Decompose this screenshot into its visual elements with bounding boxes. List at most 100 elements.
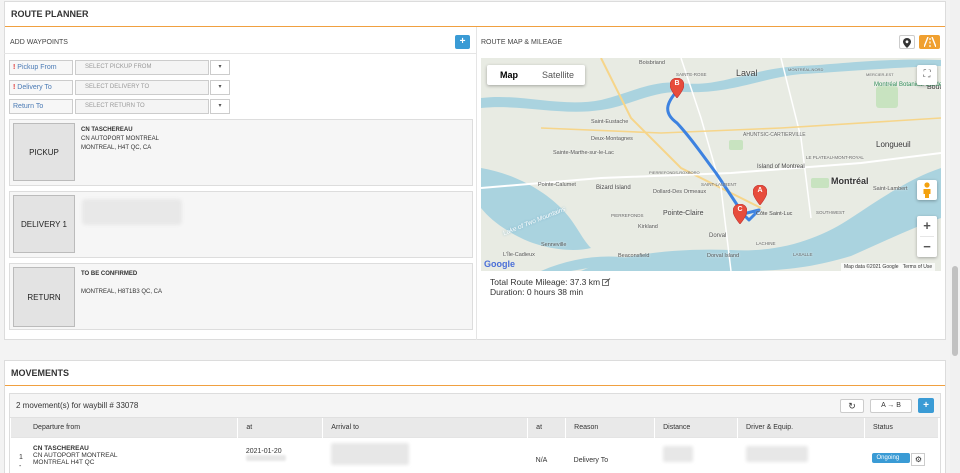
map-pin-icon bbox=[903, 38, 911, 48]
refresh-icon: ↻ bbox=[848, 401, 856, 411]
departure-name: CN TASCHEREAU bbox=[33, 444, 89, 452]
satellite-tab[interactable]: Satellite bbox=[531, 65, 585, 85]
row-dash: - bbox=[19, 462, 22, 470]
distance-redacted bbox=[662, 446, 693, 463]
mileage-text: Total Route Mileage: 37.3 km bbox=[490, 277, 601, 287]
return-name: TO BE CONFIRMED bbox=[81, 271, 138, 277]
waypoint-label-text: Delivery To bbox=[17, 84, 52, 91]
map-place-label: Côte Saint-Luc bbox=[756, 211, 793, 217]
map-place-label: LASALLE bbox=[793, 252, 813, 257]
return-line2: MONTREAL, H8T1B3 QC, CA bbox=[81, 289, 163, 295]
street-view-pegman[interactable] bbox=[917, 180, 937, 200]
marker-label: C bbox=[737, 206, 743, 213]
map-place-label: Boisbriand bbox=[639, 60, 665, 66]
terms-link[interactable]: Terms of Use bbox=[903, 264, 932, 270]
waypoint-label: ! Delivery To bbox=[9, 80, 73, 95]
route-marker[interactable]: A bbox=[752, 184, 768, 206]
map-place-label: Laval bbox=[736, 68, 758, 78]
pickup-card: PICKUP CN TASCHEREAU CN AUTOPORT MONTREA… bbox=[9, 119, 473, 186]
map-place-label: Deux-Montagnes bbox=[591, 136, 633, 142]
scrollbar-thumb[interactable] bbox=[952, 266, 958, 356]
pegman-icon bbox=[923, 182, 931, 198]
departure-date: 2021-01-20 bbox=[245, 447, 282, 455]
edit-icon[interactable] bbox=[602, 278, 611, 286]
refresh-button[interactable]: ↻ bbox=[840, 399, 864, 413]
route-map-label: ROUTE MAP & MILEAGE bbox=[481, 39, 563, 46]
fullscreen-button[interactable]: ⛶ bbox=[917, 65, 937, 85]
map-place-label: Senneville bbox=[541, 242, 567, 248]
map-place-label: Saint-Eustache bbox=[591, 119, 629, 125]
map-tab[interactable]: Map bbox=[487, 65, 531, 85]
row-index: 1 bbox=[19, 453, 23, 461]
pickup-line2: CN AUTOPORT MONTREAL bbox=[81, 136, 160, 142]
map-place-label: SOUTHWEST bbox=[816, 210, 845, 215]
waypoint-select[interactable]: SELECT RETURN TO bbox=[75, 99, 209, 114]
map-data-text: Map data ©2021 Google bbox=[844, 264, 899, 270]
status-badge[interactable]: Ongoing bbox=[872, 452, 911, 463]
road-route-button[interactable] bbox=[919, 35, 940, 49]
map-place-label: AHUNTSIC-CARTIERVILLE bbox=[743, 132, 806, 138]
col-arr-at: at bbox=[527, 418, 567, 437]
movements-table: Departure from at Arrival to at Reason D… bbox=[11, 418, 940, 473]
arrival-redacted bbox=[330, 443, 409, 466]
zoom-in-button[interactable]: + bbox=[917, 216, 937, 236]
zoom-control: + − bbox=[917, 216, 937, 257]
route-mileage: Total Route Mileage: 37.3 km bbox=[490, 277, 611, 287]
return-button[interactable]: RETURN bbox=[13, 267, 75, 327]
map-attribution: Map data ©2021 Google Terms of Use bbox=[841, 263, 936, 271]
map-place-label: Dollard-Des Ormeaux bbox=[653, 189, 707, 195]
map-pin-button[interactable] bbox=[899, 35, 915, 49]
map-place-label: SAINT-LAURENT bbox=[701, 182, 737, 187]
delivery-card: DELIVERY 1 bbox=[9, 191, 473, 258]
table-row[interactable]: 1 - CN TASCHEREAU CN AUTOPORT MONTREAL M… bbox=[11, 436, 939, 473]
road-icon bbox=[922, 36, 937, 48]
col-dep-at: at bbox=[237, 418, 324, 437]
google-logo: Google bbox=[484, 259, 515, 269]
arrival-at: N/A bbox=[527, 436, 566, 473]
zoom-out-button[interactable]: − bbox=[917, 237, 937, 257]
chevron-down-icon[interactable]: ▾ bbox=[210, 60, 230, 75]
pickup-name: CN TASCHEREAU bbox=[81, 127, 133, 133]
map-place-label: Kirkland bbox=[638, 224, 658, 230]
route-marker[interactable]: B bbox=[669, 77, 685, 99]
chevron-down-icon[interactable]: ▾ bbox=[210, 99, 230, 114]
map-place-label: LE PLATEAU-MONT-ROYAL bbox=[806, 155, 864, 160]
table-header: Departure from at Arrival to at Reason D… bbox=[11, 418, 940, 437]
col-reason: Reason bbox=[565, 418, 656, 437]
waypoint-label: Return To bbox=[9, 99, 73, 114]
marker-label: B bbox=[674, 80, 680, 87]
departure-time-redacted bbox=[245, 454, 286, 461]
pickup-line3: MONTREAL, H4T QC, CA bbox=[81, 145, 152, 151]
map-place-label: PIERREFONDS-ROXBORO bbox=[649, 170, 700, 175]
route-map[interactable]: LavalMontréalLongueuilBoucMontréal Botan… bbox=[481, 58, 941, 271]
movements-title: MOVEMENTS bbox=[5, 361, 945, 386]
waypoint-select[interactable]: SELECT PICKUP FROM bbox=[75, 60, 209, 75]
pickup-button[interactable]: PICKUP bbox=[13, 123, 75, 181]
route-marker[interactable]: C bbox=[732, 203, 748, 225]
map-place-label: Beaconsfield bbox=[618, 253, 650, 259]
map-place-label: Longueuil bbox=[876, 140, 911, 149]
route-duration: Duration: 0 hours 38 min bbox=[490, 287, 584, 297]
delivery-button[interactable]: DELIVERY 1 bbox=[13, 195, 75, 253]
map-place-label: Saint-Lambert bbox=[873, 186, 908, 192]
add-waypoint-button[interactable]: + bbox=[455, 35, 470, 49]
map-place-label: MONTRÉAL-NORD bbox=[788, 67, 824, 72]
add-movement-button[interactable]: + bbox=[918, 398, 934, 413]
status-settings-button[interactable]: ⚙ bbox=[911, 452, 926, 466]
col-arrival: Arrival to bbox=[322, 418, 529, 437]
col-distance: Distance bbox=[654, 418, 739, 437]
map-place-label: Pointe-Claire bbox=[663, 210, 704, 217]
map-canvas bbox=[481, 58, 941, 271]
col-departure: Departure from bbox=[11, 418, 239, 437]
required-mark: ! bbox=[13, 64, 16, 71]
route-planner-title: ROUTE PLANNER bbox=[5, 2, 945, 27]
divider bbox=[476, 27, 477, 340]
map-place-label: Dorval Island bbox=[707, 253, 740, 259]
page-scrollbar[interactable] bbox=[950, 0, 960, 473]
waypoint-label-text: Return To bbox=[13, 103, 44, 110]
map-place-label: Bizard Island bbox=[596, 185, 631, 191]
waypoint-select[interactable]: SELECT DELIVERY TO bbox=[75, 80, 209, 95]
departure-line2: CN AUTOPORT MONTREAL bbox=[33, 451, 118, 459]
direction-button[interactable]: A → B bbox=[870, 399, 912, 413]
chevron-down-icon[interactable]: ▾ bbox=[210, 80, 230, 95]
